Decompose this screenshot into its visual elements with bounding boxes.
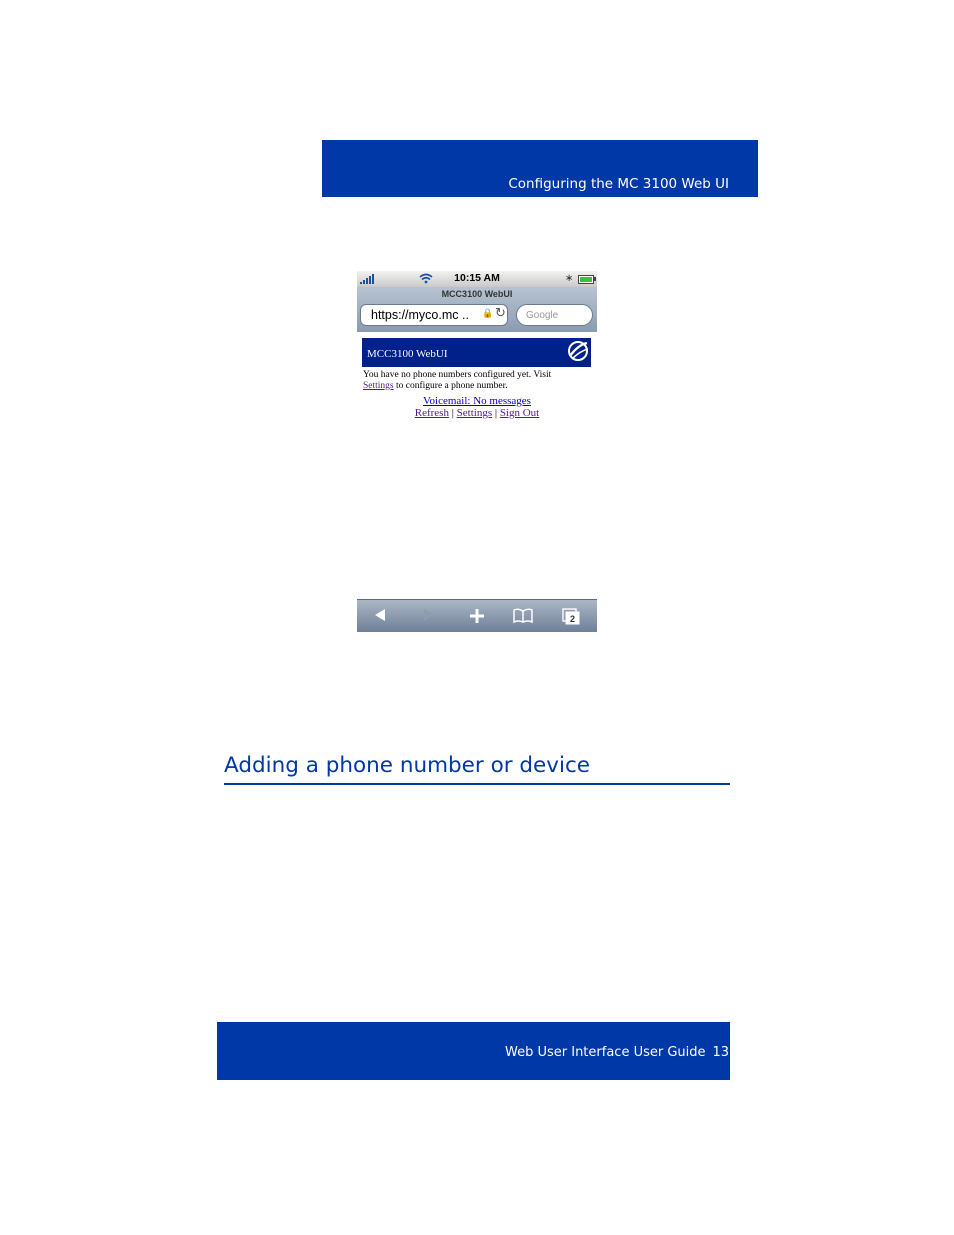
add-bookmark-icon[interactable] <box>469 608 485 624</box>
reload-icon[interactable]: ↻ <box>495 306 506 321</box>
status-time: 10:15 AM <box>454 272 500 284</box>
url-field[interactable]: https://myco.mc .. 🔒 ↻ <box>360 304 508 326</box>
url-text: https://myco.mc .. <box>371 308 469 322</box>
globe-logo-icon <box>568 341 589 361</box>
link-separator: | <box>448 407 457 419</box>
bookmarks-book-icon[interactable] <box>513 608 533 624</box>
status-bar: 10:15 AM ∗ <box>357 271 597 287</box>
webui-message-line2: Settings to configure a phone number. <box>363 381 508 391</box>
phone-screenshot: 10:15 AM ∗ MCC3100 WebUI https://myco.mc… <box>357 271 597 632</box>
tabs-pages-icon[interactable]: 2 <box>561 608 581 625</box>
bluetooth-icon: ∗ <box>565 273 574 284</box>
webui-title: MCC3100 WebUI <box>367 348 448 360</box>
forward-arrow-icon[interactable] <box>422 608 436 622</box>
settings-link[interactable]: Settings <box>457 407 492 419</box>
webui-nav-links: Refresh | Settings | Sign Out <box>357 407 597 419</box>
search-input[interactable]: Google <box>516 304 593 326</box>
battery-icon <box>578 275 594 284</box>
back-arrow-icon[interactable] <box>373 608 387 622</box>
tabs-count: 2 <box>570 614 575 624</box>
page-number: 13 <box>712 1045 729 1060</box>
message-suffix: to configure a phone number. <box>393 381 508 391</box>
guide-title: Web User Interface User Guide <box>505 1045 706 1060</box>
webui-message-line1: You have no phone numbers configured yet… <box>363 370 552 380</box>
browser-address-bar: MCC3100 WebUI https://myco.mc .. 🔒 ↻ Goo… <box>357 287 597 332</box>
voicemail-link[interactable]: Voicemail: No messages <box>357 395 597 407</box>
link-separator: | <box>492 407 500 419</box>
settings-link-inline[interactable]: Settings <box>363 381 394 391</box>
sign-out-link[interactable]: Sign Out <box>500 407 539 419</box>
browser-toolbar: 2 <box>357 599 597 632</box>
section-heading: Adding a phone number or device <box>224 752 730 785</box>
webui-header: MCC3100 WebUI <box>362 338 591 367</box>
chapter-title: Configuring the MC 3100 Web UI <box>508 176 729 192</box>
header-band: Configuring the MC 3100 Web UI <box>322 140 758 197</box>
footer-band: Web User Interface User Guide 13 <box>217 1022 730 1080</box>
refresh-link[interactable]: Refresh <box>415 407 449 419</box>
browser-page-title: MCC3100 WebUI <box>441 289 513 299</box>
lock-icon: 🔒 <box>482 309 494 319</box>
